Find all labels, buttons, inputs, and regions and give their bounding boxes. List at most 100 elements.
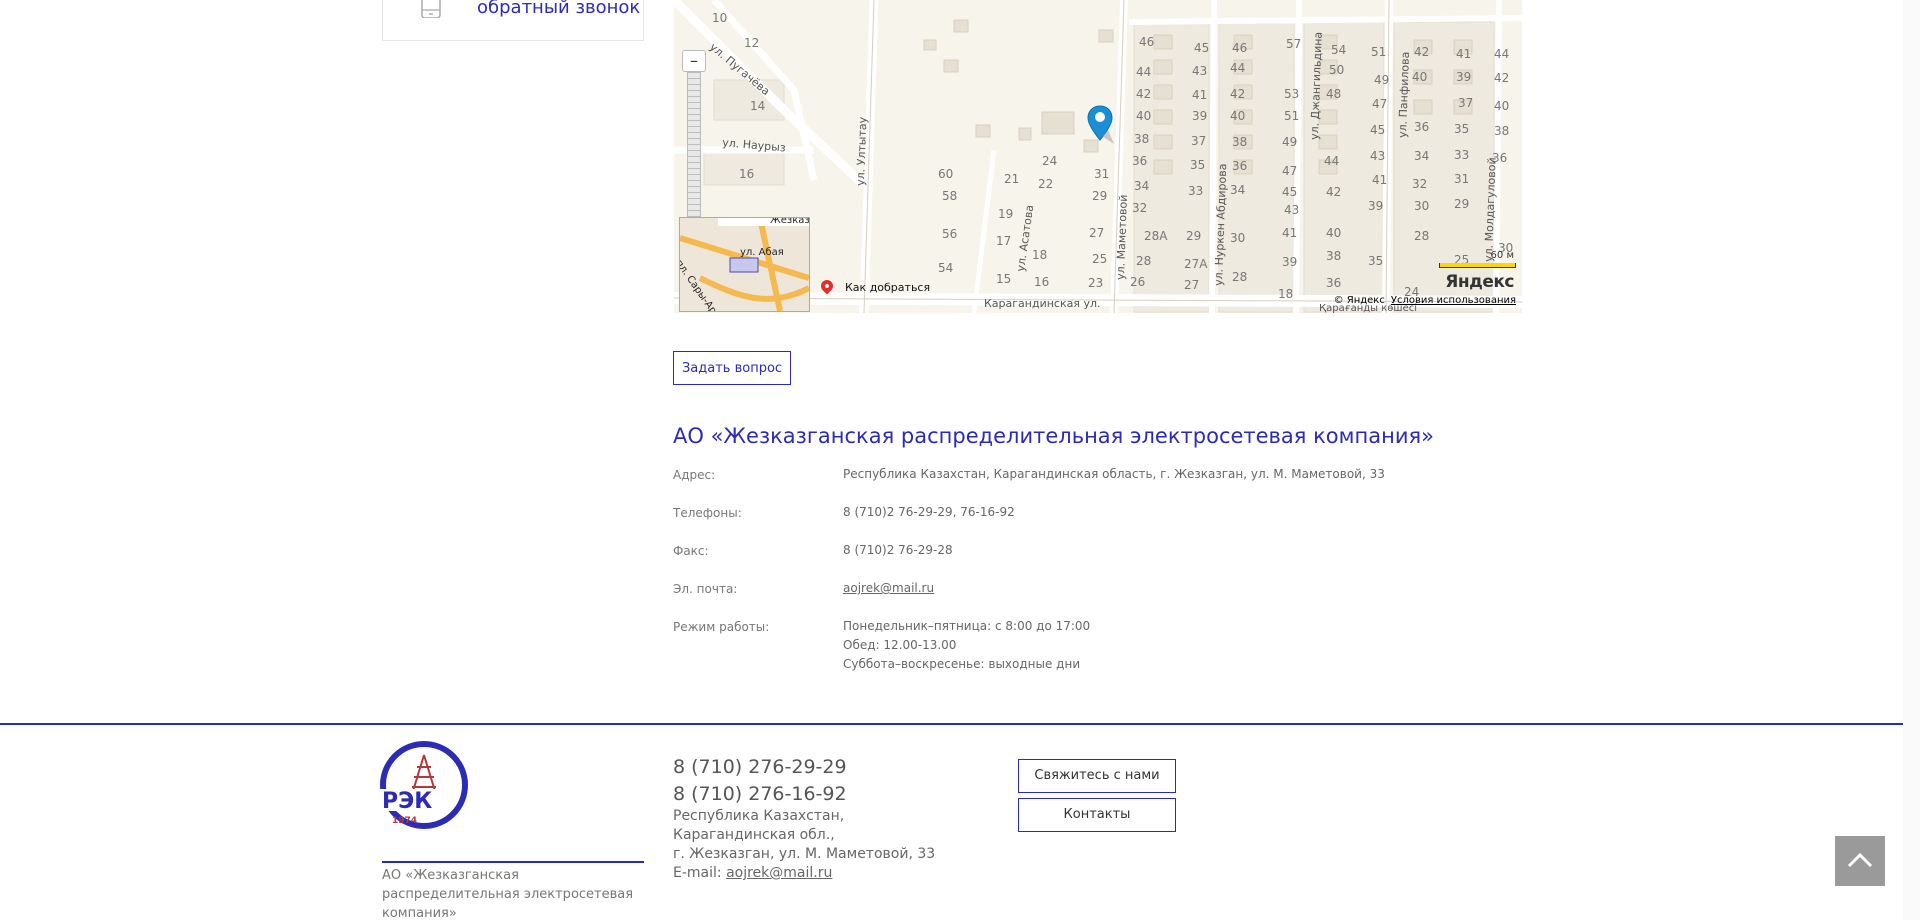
- copyright-text: © Яндекс: [1333, 295, 1385, 306]
- svg-text:43: 43: [1192, 64, 1207, 78]
- svg-text:47: 47: [1282, 164, 1297, 178]
- hours-weekdays: Понедельник–пятница: с 8:00 до 17:00: [843, 619, 1091, 633]
- svg-text:28: 28: [1232, 270, 1247, 284]
- zoom-slider[interactable]: [687, 72, 701, 222]
- svg-text:29: 29: [1092, 189, 1107, 203]
- svg-text:41: 41: [1192, 88, 1207, 102]
- footer-phone-2[interactable]: 8 (710) 276-16-92: [673, 783, 847, 805]
- contact-us-button[interactable]: Свяжитесь с нами: [1018, 759, 1176, 793]
- terms-link[interactable]: Условия использования: [1391, 295, 1516, 306]
- svg-text:46: 46: [1232, 41, 1247, 55]
- svg-text:49: 49: [1282, 135, 1297, 149]
- svg-text:43: 43: [1284, 203, 1299, 217]
- scrollbar[interactable]: [1903, 0, 1920, 920]
- logo-text: РЭК: [382, 789, 432, 814]
- svg-text:47: 47: [1372, 97, 1387, 111]
- svg-text:28: 28: [1136, 254, 1151, 268]
- svg-text:56: 56: [942, 227, 957, 241]
- contacts-button[interactable]: Контакты: [1018, 798, 1176, 832]
- fax-label: Факс:: [673, 544, 709, 558]
- svg-text:26: 26: [1130, 275, 1145, 289]
- svg-text:31: 31: [1454, 172, 1469, 186]
- svg-text:10: 10: [712, 11, 727, 25]
- svg-text:53: 53: [1284, 87, 1299, 101]
- hours-label: Режим работы:: [673, 620, 770, 634]
- svg-text:28А: 28А: [1144, 229, 1168, 243]
- zoom-out-button[interactable]: –: [682, 50, 706, 72]
- svg-text:21: 21: [1004, 172, 1019, 186]
- svg-text:57: 57: [1286, 37, 1301, 51]
- footer-divider: [0, 723, 1903, 725]
- svg-text:48: 48: [1326, 87, 1341, 101]
- svg-text:38: 38: [1232, 135, 1247, 149]
- svg-text:16: 16: [739, 167, 754, 181]
- hours-value: Понедельник–пятница: с 8:00 до 17:00 Обе…: [843, 617, 1090, 674]
- svg-text:42: 42: [1494, 71, 1509, 85]
- svg-text:40: 40: [1494, 99, 1509, 113]
- svg-text:35: 35: [1454, 122, 1469, 136]
- minimap[interactable]: Жезказ ул. Абая пл. Сары-Арка: [679, 217, 810, 312]
- svg-text:41: 41: [1282, 226, 1297, 240]
- svg-text:49: 49: [1374, 73, 1389, 87]
- svg-text:33: 33: [1188, 184, 1203, 198]
- logo-year: 1974: [392, 816, 417, 826]
- phones-label: Телефоны:: [673, 506, 742, 520]
- svg-text:18: 18: [1032, 248, 1047, 262]
- svg-text:27А: 27А: [1184, 257, 1208, 271]
- route-pin-icon: [818, 277, 836, 295]
- yandex-map[interactable]: 10 12 14 16 60 58 56 54 21 22 24 19 17 18 16 15 31 29…: [674, 0, 1522, 313]
- route-button[interactable]: Как добраться: [818, 277, 939, 299]
- svg-text:38: 38: [1494, 124, 1509, 138]
- svg-text:44: 44: [1324, 154, 1339, 168]
- svg-text:39: 39: [1368, 199, 1383, 213]
- map-scale: 60 м: [1490, 250, 1514, 261]
- email-label: Эл. почта:: [673, 582, 738, 596]
- email-link[interactable]: aojrek@mail.ru: [843, 581, 934, 595]
- fax-value: 8 (710)2 76-29-28: [843, 543, 953, 557]
- svg-text:44: 44: [1494, 47, 1509, 61]
- svg-text:29: 29: [1454, 197, 1469, 211]
- svg-text:18: 18: [1278, 287, 1293, 301]
- svg-text:45: 45: [1370, 123, 1385, 137]
- zoom-control[interactable]: –: [682, 50, 706, 222]
- svg-text:36: 36: [1326, 276, 1341, 290]
- footer-phone-1[interactable]: 8 (710) 276-29-29: [673, 756, 847, 778]
- svg-text:28: 28: [1414, 229, 1429, 243]
- logo-underline: [382, 861, 644, 863]
- svg-text:39: 39: [1282, 255, 1297, 269]
- minimap-label: Жезказ: [770, 217, 810, 226]
- svg-text:42: 42: [1414, 45, 1429, 59]
- svg-text:16: 16: [1034, 275, 1049, 289]
- svg-text:24: 24: [1042, 154, 1057, 168]
- ask-question-button[interactable]: Задать вопрос: [673, 351, 791, 385]
- company-logo[interactable]: РЭК 1974 ЖЕЗКАЗГАНСКАЯ: [380, 741, 468, 829]
- scrollbar-thumb[interactable]: [1903, 0, 1920, 920]
- svg-text:19: 19: [998, 207, 1013, 221]
- location-pin-icon: [1087, 105, 1114, 144]
- svg-text:54: 54: [1331, 43, 1346, 57]
- hours-weekend: Суббота–воскресенье: выходные дни: [843, 657, 1081, 671]
- yandex-logo[interactable]: Яндекс: [1445, 272, 1514, 292]
- route-label: Как добраться: [845, 281, 931, 294]
- svg-text:44: 44: [1230, 61, 1245, 75]
- svg-text:43: 43: [1370, 149, 1385, 163]
- footer-address: Республика Казахстан, Карагандинская обл…: [673, 807, 935, 883]
- svg-text:38: 38: [1326, 249, 1341, 263]
- svg-text:36: 36: [1414, 120, 1429, 134]
- svg-text:30: 30: [1414, 199, 1429, 213]
- scroll-to-top-button[interactable]: [1835, 836, 1885, 886]
- svg-text:45: 45: [1194, 41, 1209, 55]
- hours-lunch: Обед: 12.00-13.00: [843, 638, 957, 652]
- map-scale-bar: [1439, 263, 1516, 268]
- footer-email-link[interactable]: aojrek@mail.ru: [726, 865, 832, 881]
- svg-text:36: 36: [1132, 154, 1147, 168]
- address-value: Республика Казахстан, Карагандинская обл…: [843, 467, 1385, 481]
- email-value: aojrek@mail.ru: [843, 579, 934, 598]
- svg-text:42: 42: [1326, 185, 1341, 199]
- svg-text:27: 27: [1184, 278, 1199, 292]
- callback-link[interactable]: обратный звонок: [477, 0, 640, 18]
- svg-text:32: 32: [1132, 201, 1147, 215]
- svg-text:41: 41: [1372, 173, 1387, 187]
- svg-text:44: 44: [1136, 65, 1151, 79]
- svg-text:42: 42: [1136, 87, 1151, 101]
